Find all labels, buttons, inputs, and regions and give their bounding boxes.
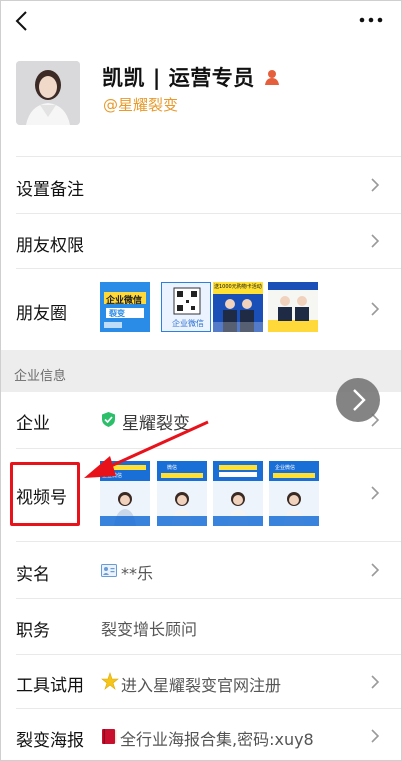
channels-thumbnail: 企业微信 <box>269 461 319 526</box>
contact-name: 凯凯 | 运营专员 <box>102 66 255 90</box>
poster-value: 全行业海报合集,密码:xuy8 <box>120 730 314 749</box>
row-label: 职务 <box>16 621 50 641</box>
moments-thumbnail: 送1000元购物卡活动 <box>213 282 263 332</box>
thumbnail-text: 送1000元购物卡活动 <box>214 284 262 290</box>
position-row: 职务 裂变增长顾问 <box>0 599 402 654</box>
row-label: 朋友圈 <box>16 304 67 324</box>
enterprise-handle: @星耀裂变 <box>103 96 179 114</box>
moments-thumbnail <box>268 282 318 332</box>
chevron-right-icon <box>371 675 380 689</box>
moments-row[interactable]: 朋友圈 企业微信 裂变 企业微信 送1000元购物卡活动 <box>0 269 402 350</box>
thumbnail-text: 企业微信 <box>275 465 296 471</box>
channels-thumbnail <box>213 461 263 526</box>
chevron-right-icon <box>371 302 380 316</box>
chevron-right-icon <box>371 486 380 500</box>
person-badge-icon <box>264 70 279 85</box>
tool-trial-row[interactable]: 工具试用 进入星耀裂变官网注册 <box>0 655 402 708</box>
row-label: 裂变海报 <box>16 731 84 751</box>
row-label: 朋友权限 <box>16 236 84 256</box>
back-arrow-icon[interactable] <box>8 6 36 36</box>
thumbnail-text: 企业微信 <box>106 296 143 306</box>
avatar-photo <box>16 61 80 125</box>
row-label: 企业 <box>16 414 50 434</box>
row-label: 实名 <box>16 565 50 585</box>
contact-name-line: 凯凯 | 运营专员 <box>102 63 281 91</box>
chevron-right-icon <box>371 729 380 743</box>
top-navigation-bar <box>0 0 402 44</box>
friend-permission-row[interactable]: 朋友权限 <box>0 214 402 268</box>
moments-thumbnail: 企业微信 裂变 <box>100 282 150 332</box>
chevron-right-icon <box>353 389 366 411</box>
row-label: 工具试用 <box>16 676 84 696</box>
section-title: 企业信息 <box>14 369 67 384</box>
poster-row[interactable]: 裂变海报 全行业海报合集,密码:xuy8 <box>0 709 402 761</box>
chevron-right-icon <box>371 234 380 248</box>
sparkle-star-icon <box>101 672 119 690</box>
avatar[interactable] <box>16 61 80 125</box>
thumbnail-text: 企业微信 <box>172 319 204 328</box>
real-name-value: **乐 <box>121 564 154 583</box>
chevron-right-icon <box>371 563 380 577</box>
chevron-right-icon <box>371 178 380 192</box>
more-options-icon[interactable] <box>358 10 384 30</box>
red-book-icon <box>102 729 117 744</box>
annotation-highlight-box <box>10 462 80 526</box>
position-value: 裂变增长顾问 <box>101 620 198 639</box>
real-name-row[interactable]: 实名 **乐 <box>0 542 402 598</box>
set-remark-row[interactable]: 设置备注 <box>0 157 402 213</box>
floating-next-button[interactable] <box>336 378 380 422</box>
id-card-icon <box>101 564 117 577</box>
row-label: 设置备注 <box>16 180 84 200</box>
moments-thumbnail: 企业微信 <box>161 282 211 332</box>
annotation-arrow-icon <box>84 420 209 478</box>
thumbnail-text: 裂变 <box>109 309 125 318</box>
tool-trial-value: 进入星耀裂变官网注册 <box>121 676 282 695</box>
